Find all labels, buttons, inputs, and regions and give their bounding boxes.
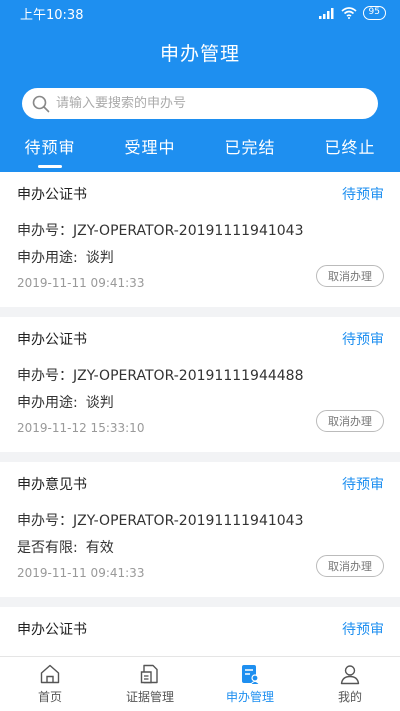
signal-icon [318, 7, 334, 19]
application-number-value: JZY-OPERATOR-20191111944488 [73, 368, 304, 384]
status-bar: 上午10:38 95 [0, 0, 400, 26]
application-number-label: 申办号： [17, 223, 73, 239]
evidence-icon [140, 664, 158, 684]
application-number-label: 申办号： [17, 513, 73, 529]
user-icon [340, 665, 360, 685]
validity-value: 有效 [85, 540, 114, 556]
status-badge: 待预审 [342, 332, 384, 348]
purpose-value: 谈判 [85, 395, 114, 411]
nav-profile[interactable]: 我的 [300, 657, 400, 711]
application-number-value: JZY-OPERATOR-20191111941043 [73, 513, 304, 529]
tab-pending-review[interactable]: 待预审 [0, 131, 100, 172]
application-list: 申办公证书 待预审 申办号：JZY-OPERATOR-2019111194104… [0, 172, 400, 656]
application-number: 申办号：JZY-OPERATOR-20191111941043 [17, 220, 304, 240]
validity: 是否有限: 有效 [17, 537, 114, 557]
nav-home[interactable]: 首页 [0, 657, 100, 711]
card-title: 申办意见书 [17, 477, 87, 493]
status-icons: 95 [318, 6, 386, 20]
tab-processing[interactable]: 受理中 [100, 131, 200, 172]
page-title: 申办管理 [159, 43, 240, 65]
battery-icon: 95 [362, 6, 386, 20]
card-title: 申办公证书 [17, 622, 87, 638]
list-item[interactable]: 申办意见书 待预审 申办号：JZY-OPERATOR-2019111194104… [0, 462, 400, 597]
application-number-value: JZY-OPERATOR-20191111941043 [73, 223, 304, 239]
nav-profile-label: 我的 [337, 690, 362, 704]
cancel-button[interactable]: 取消办理 [316, 555, 384, 577]
status-badge: 待预审 [342, 477, 384, 493]
list-item[interactable]: 申办公证书 待预审 [0, 607, 400, 656]
purpose-value: 谈判 [85, 250, 114, 266]
wifi-icon [341, 7, 357, 19]
nav-home-label: 首页 [37, 690, 62, 704]
nav-application-label: 申办管理 [225, 690, 274, 704]
bottom-navigation: 首页 证据管理 申办管理 我的 [0, 656, 400, 711]
application-number: 申办号：JZY-OPERATOR-20191111944488 [17, 365, 304, 385]
search-icon [32, 95, 50, 112]
timestamp: 2019-11-12 15:33:10 [17, 421, 145, 435]
app-header: 上午10:38 95 申办管理 待预审 受理中 已完结 [0, 0, 400, 172]
cancel-button[interactable]: 取消办理 [316, 410, 384, 432]
timestamp: 2019-11-11 09:41:33 [17, 276, 145, 290]
application-icon [242, 665, 260, 685]
nav-evidence[interactable]: 证据管理 [100, 657, 200, 711]
status-time: 上午10:38 [20, 7, 84, 23]
nav-evidence-label: 证据管理 [125, 690, 174, 704]
status-tabs: 待预审 受理中 已完结 已终止 [0, 131, 400, 172]
validity-label: 是否有限: [17, 540, 78, 556]
application-purpose: 申办用途: 谈判 [17, 247, 114, 267]
list-item[interactable]: 申办公证书 待预审 申办号：JZY-OPERATOR-2019111194104… [0, 172, 400, 307]
application-number: 申办号：JZY-OPERATOR-20191111941043 [17, 510, 304, 530]
application-number-label: 申办号： [17, 368, 73, 384]
card-title: 申办公证书 [17, 187, 87, 203]
card-title: 申办公证书 [17, 332, 87, 348]
home-icon [40, 664, 60, 684]
purpose-label: 申办用途: [17, 250, 78, 266]
cancel-button[interactable]: 取消办理 [316, 265, 384, 287]
status-badge: 待预审 [342, 622, 384, 638]
timestamp: 2019-11-11 09:41:33 [17, 566, 145, 580]
tab-completed[interactable]: 已完结 [200, 131, 300, 172]
tab-terminated[interactable]: 已终止 [300, 131, 400, 172]
nav-application[interactable]: 申办管理 [200, 657, 300, 711]
application-purpose: 申办用途: 谈判 [17, 392, 114, 412]
purpose-label: 申办用途: [17, 395, 78, 411]
search-bar[interactable] [22, 88, 378, 119]
status-badge: 待预审 [342, 187, 384, 203]
list-item[interactable]: 申办公证书 待预审 申办号：JZY-OPERATOR-2019111194448… [0, 317, 400, 452]
search-input[interactable] [56, 96, 378, 111]
